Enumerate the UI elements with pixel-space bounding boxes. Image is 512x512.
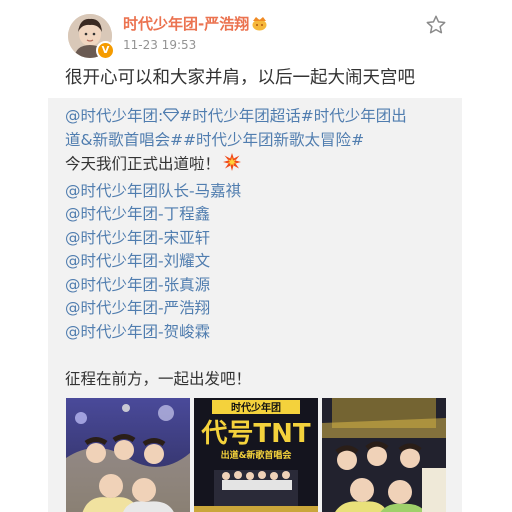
member-mention[interactable]: @时代少年团-严浩翔	[65, 297, 407, 321]
post-text: 很开心可以和大家并肩，以后一起大闹天宫吧	[65, 68, 415, 88]
banner-main-text: 代号TNT	[200, 419, 310, 449]
photo-grid: 时代少年团 代号TNT 出道&新歌首唱会	[66, 398, 446, 512]
repost-line-3: 今天我们正式出道啦！	[65, 152, 407, 180]
photo-thumbnail[interactable]	[322, 398, 446, 512]
topic-link[interactable]: #时代少年团超话#时代少年团出	[179, 107, 406, 125]
member-mention[interactable]: @时代少年团-贺峻霖	[65, 321, 407, 345]
banner-top-text: 时代少年团	[231, 401, 281, 414]
repost-card[interactable]: @时代少年团: #时代少年团超话#时代少年团出 道&新歌首唱会##时代少年团新歌太…	[48, 98, 462, 512]
member-mention[interactable]: @时代少年团-宋亚轩	[65, 227, 407, 251]
crown-badge-icon	[251, 16, 268, 35]
favorite-star-icon[interactable]	[425, 14, 447, 40]
verified-badge-icon: V	[96, 41, 115, 60]
super-topic-diamond-icon	[163, 107, 180, 125]
post-timestamp: 11-23 19:53	[123, 38, 197, 52]
closing-text: 征程在前方，一起出发吧！	[65, 369, 252, 388]
collision-spark-icon	[222, 152, 242, 180]
member-mention[interactable]: @时代少年团-刘耀文	[65, 250, 407, 274]
weibo-post: V 时代少年团-严浩翔 11-23 19:53 很开心可以和大家并肩，以后一起大…	[0, 0, 512, 512]
member-mention[interactable]: @时代少年团-张真源	[65, 274, 407, 298]
member-mention[interactable]: @时代少年团队长-马嘉祺	[65, 180, 407, 204]
username-text[interactable]: 时代少年团-严浩翔	[123, 15, 249, 33]
photo-thumbnail[interactable]: 时代少年团 代号TNT 出道&新歌首唱会	[194, 398, 318, 512]
banner-sub-text: 出道&新歌首唱会	[221, 449, 293, 461]
debut-text: 今天我们正式出道啦！	[65, 155, 221, 173]
username[interactable]: 时代少年团-严浩翔	[123, 13, 268, 35]
mention-link[interactable]: @时代少年团	[65, 107, 158, 125]
photo-thumbnail[interactable]	[66, 398, 190, 512]
topic-link-2[interactable]: 道&新歌首唱会##时代少年团新歌太冒险#	[65, 129, 407, 153]
member-mention[interactable]: @时代少年团-丁程鑫	[65, 203, 407, 227]
repost-line-1: @时代少年团: #时代少年团超话#时代少年团出	[65, 105, 407, 129]
